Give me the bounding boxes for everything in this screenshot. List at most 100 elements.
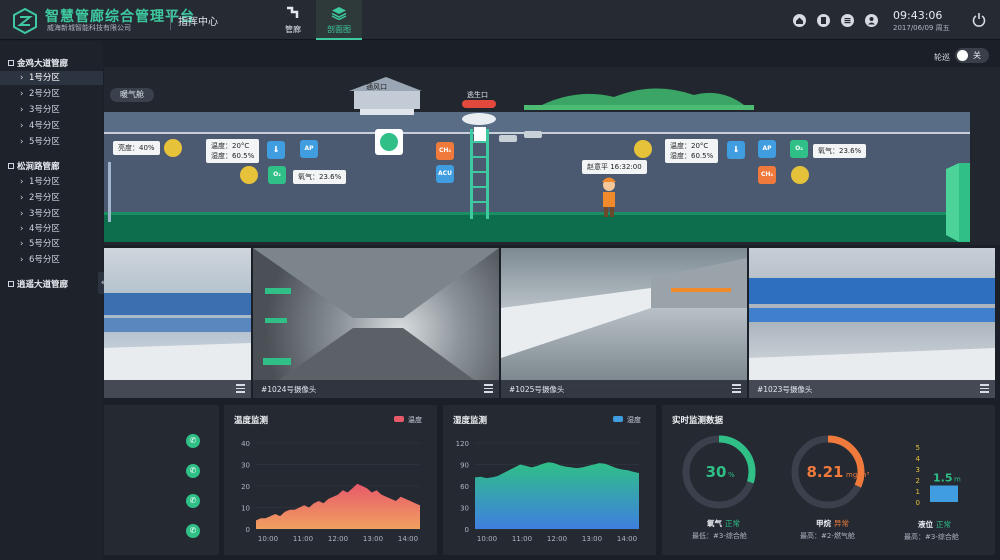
lightbulb-icon[interactable] xyxy=(634,140,652,158)
home-icon[interactable] xyxy=(793,14,806,27)
oxygen-gauge-value: 30 xyxy=(706,463,727,481)
sensor-o2-icon[interactable]: O₂ xyxy=(790,140,808,158)
document-icon[interactable] xyxy=(817,14,830,27)
y-tick-label: 0 xyxy=(246,526,250,534)
sensor-o2-icon[interactable]: O₂ xyxy=(268,166,286,184)
command-center-label[interactable]: 指挥中心 xyxy=(178,13,218,28)
tab-section-view-label: 剖面图 xyxy=(327,25,351,34)
y-tick-label: 30 xyxy=(460,505,469,513)
level-gauge-name: 液位 正常 xyxy=(918,519,951,530)
left-temp: 温度：20°C xyxy=(211,142,250,150)
sidebar-item-songjian-4[interactable]: › 4号分区 xyxy=(0,222,103,236)
menu-icon[interactable] xyxy=(732,384,741,393)
sidebar-item-label: 1号分区 xyxy=(29,177,60,187)
x-tick-label: 11:00 xyxy=(512,535,532,543)
level-value: 1.5 xyxy=(933,472,953,485)
x-tick-label: 10:00 xyxy=(477,535,497,543)
methane-gauge-unit: mg/m³ xyxy=(846,471,869,479)
right-oxygen-tag[interactable]: 氧气：23.6% xyxy=(813,144,867,158)
user-icon[interactable] xyxy=(865,14,878,27)
sensor-acu-icon[interactable]: ACU xyxy=(436,165,454,183)
sidebar-item-songjian-1[interactable]: › 1号分区 xyxy=(0,175,103,189)
patrol-toggle-state: 关 xyxy=(973,51,981,60)
phone-icon[interactable]: ✆ xyxy=(186,494,200,508)
camera-label: #1025号摄像头 xyxy=(509,385,565,394)
camera-label: #1023号摄像头 xyxy=(757,385,813,394)
phone-icon[interactable]: ✆ xyxy=(186,524,200,538)
tab-pipe-gallery[interactable]: 管廊 xyxy=(270,0,316,40)
layers-icon xyxy=(331,7,347,20)
phone-icon[interactable]: ✆ xyxy=(186,434,200,448)
person-location-tag[interactable]: 赵意平 16:32:00 xyxy=(582,160,647,174)
power-icon[interactable] xyxy=(972,12,986,27)
level-tick-label: 2 xyxy=(916,477,920,485)
sidebar-item-songjian-3[interactable]: › 3号分区 xyxy=(0,207,103,221)
detector-icon[interactable] xyxy=(240,166,258,184)
left-oxygen-tag[interactable]: 氧气：23.6% xyxy=(293,170,347,184)
detector-icon[interactable] xyxy=(791,166,809,184)
sidebar-item-label: 3号分区 xyxy=(29,105,60,115)
y-tick-label: 10 xyxy=(241,505,250,513)
realtime-panel: 实时监测数据 30% 8.21 mg/m³ 5 4 3 2 1 0 1.5 m 氧气 正常 最低：#3… xyxy=(662,405,995,555)
camera-feed[interactable]: #1024号摄像头 xyxy=(253,248,499,398)
y-tick-label: 40 xyxy=(241,440,250,448)
menu-icon[interactable] xyxy=(236,384,245,393)
sensor-ap-icon[interactable]: AP xyxy=(758,140,776,158)
sidebar-item-label: 1号分区 xyxy=(29,73,60,83)
sensor-ch4-icon[interactable]: CH₄ xyxy=(758,166,776,184)
heating-cabin-button[interactable]: 暖气舱 xyxy=(110,88,154,102)
methane-status: 异常 xyxy=(834,519,849,528)
list-icon[interactable] xyxy=(841,14,854,27)
right-temp: 温度：20°C xyxy=(670,142,709,150)
chevron-right-icon: › xyxy=(20,209,24,219)
camera-image xyxy=(749,278,995,398)
sidebar-item-jinji-4[interactable]: › 4号分区 xyxy=(0,119,103,133)
thermometer-icon[interactable]: 🌡 xyxy=(267,141,285,159)
camera-image xyxy=(253,248,499,398)
thermometer-icon[interactable]: 🌡 xyxy=(727,141,745,159)
top-header: 智慧管廊综合管理平台 威海新城智能科技有限公司 指挥中心 管廊 剖面图 09:4… xyxy=(0,0,1000,40)
sidebar-item-songjian-6[interactable]: › 6号分区 xyxy=(0,253,103,267)
escape-label: 逃生口 xyxy=(467,91,488,99)
sidebar-item-jinji-2[interactable]: › 2号分区 xyxy=(0,87,103,101)
chevron-right-icon: › xyxy=(20,255,24,265)
sensor-ap-icon[interactable]: AP xyxy=(300,140,318,158)
lightbulb-icon[interactable] xyxy=(164,139,182,157)
tab-section-view[interactable]: 剖面图 xyxy=(316,0,362,40)
oxygen-gauge-name: 氧气 正常 xyxy=(707,518,740,529)
right-temp-humidity-tag[interactable]: 温度：20°C 湿度：60.5% xyxy=(665,139,719,163)
level-unit: m xyxy=(954,476,961,484)
sidebar-item-songjian-5[interactable]: › 5号分区 xyxy=(0,237,103,251)
camera-feed[interactable]: #1023号摄像头 xyxy=(749,248,995,398)
sensor-ch4-icon[interactable]: CH₄ xyxy=(436,142,454,160)
sidebar-item-songjian-2[interactable]: › 2号分区 xyxy=(0,191,103,205)
brightness-tag[interactable]: 亮度：40% xyxy=(113,141,160,155)
menu-icon[interactable] xyxy=(980,384,989,393)
sidebar-group-songjian[interactable]: 松涧路管廊 xyxy=(8,160,60,172)
sidebar-item-jinji-5[interactable]: › 5号分区 xyxy=(0,135,103,149)
left-temp-humidity-tag[interactable]: 温度：20°C 湿度：60.5% xyxy=(206,139,260,163)
x-tick-label: 12:00 xyxy=(547,535,567,543)
chevron-right-icon: › xyxy=(20,73,24,83)
phone-icon[interactable]: ✆ xyxy=(186,464,200,478)
sidebar-group-xiaoyao[interactable]: 逍遥大道管廊 xyxy=(8,278,68,290)
sidebar-group-label: 松涧路管廊 xyxy=(17,162,60,172)
sidebar-item-label: 2号分区 xyxy=(29,89,60,99)
camera-feed[interactable]: #1025号摄像头 xyxy=(501,248,747,398)
humidity-panel: 湿度监测 湿度 120 90 60 30 0 10:00 11:00 12:00 13:00 14… xyxy=(443,405,656,555)
sidebar-item-jinji-3[interactable]: › 3号分区 xyxy=(0,103,103,117)
sidebar-group-jinji[interactable]: 金鸡大道管廊 xyxy=(8,57,68,69)
camera-feed[interactable] xyxy=(104,248,251,398)
right-humidity: 湿度：60.5% xyxy=(670,152,714,160)
methane-sub: 最高：#2-燃气舱 xyxy=(800,532,855,540)
camera-image xyxy=(501,258,747,358)
level-tick-label: 5 xyxy=(916,444,920,452)
y-tick-label: 120 xyxy=(456,440,469,448)
patrol-toggle[interactable]: 关 xyxy=(955,48,989,63)
x-tick-label: 12:00 xyxy=(328,535,348,543)
camera-bar xyxy=(104,380,251,398)
level-tick-label: 4 xyxy=(916,455,921,463)
menu-icon[interactable] xyxy=(484,384,493,393)
y-tick-label: 90 xyxy=(460,462,469,470)
sidebar-item-jinji-1[interactable]: › 1号分区 xyxy=(0,71,103,85)
